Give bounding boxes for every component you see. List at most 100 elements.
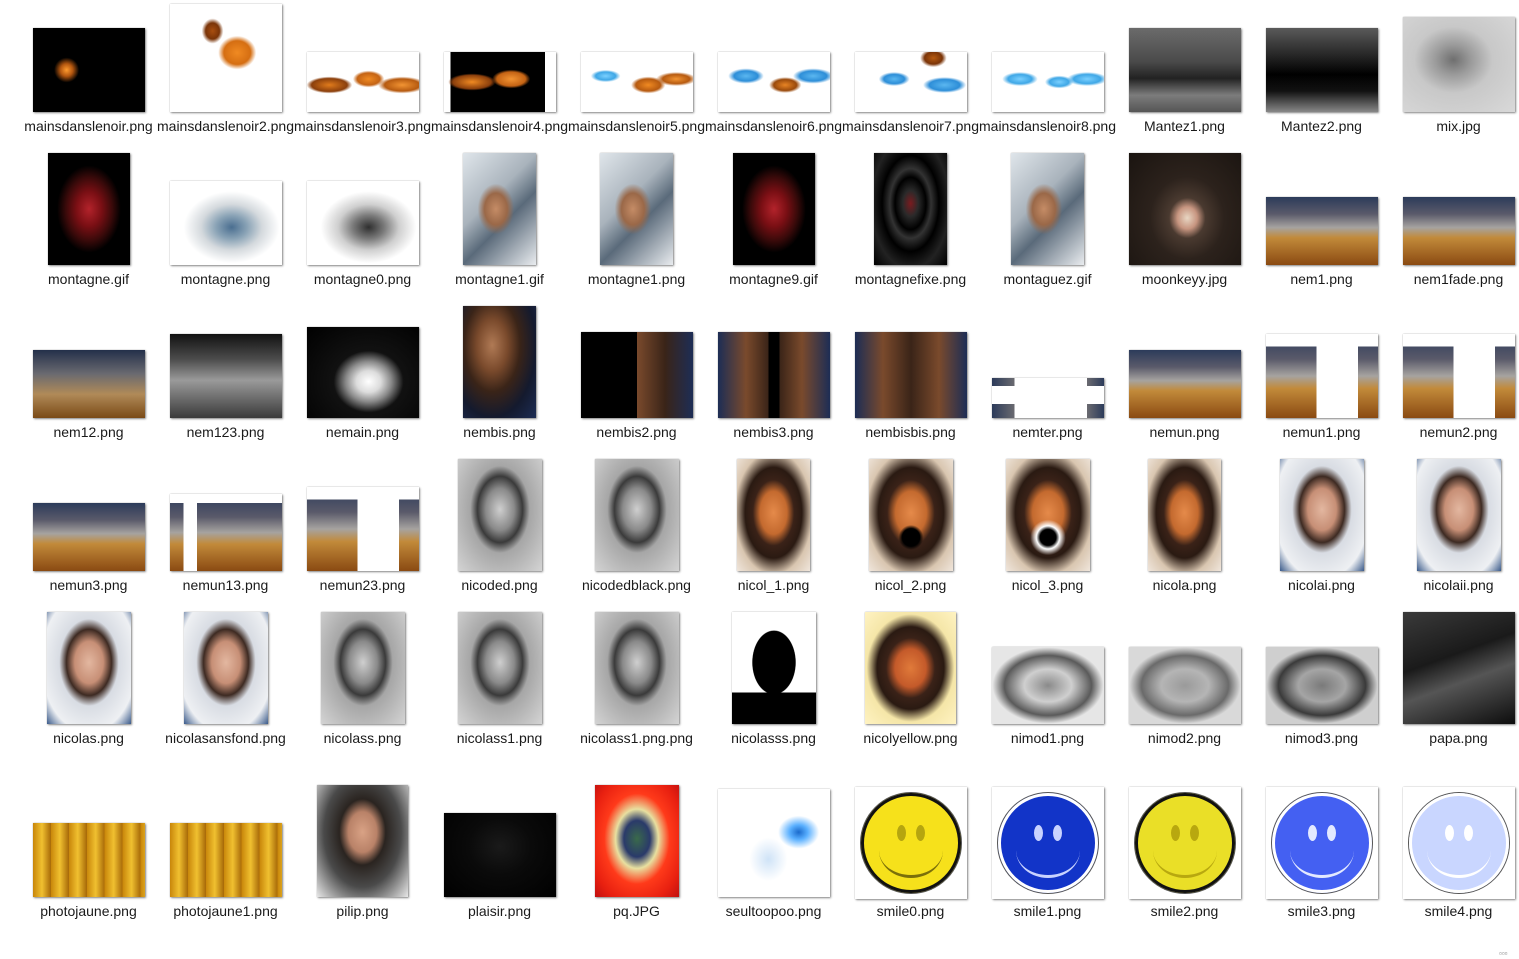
file-thumbnail[interactable] (33, 28, 145, 112)
thumbnail-area[interactable] (705, 787, 842, 899)
file-item[interactable]: smile2.png (1116, 787, 1253, 940)
thumbnail-area[interactable] (157, 461, 294, 573)
thumbnail-area[interactable] (842, 787, 979, 899)
file-item[interactable]: Mantez2.png (1253, 2, 1390, 155)
file-thumbnail[interactable] (170, 334, 282, 418)
file-thumbnail[interactable] (581, 52, 693, 112)
thumbnail-area[interactable] (431, 612, 568, 726)
file-item[interactable]: nemter.png (979, 308, 1116, 461)
file-item[interactable]: moonkeyy.jpg (1116, 153, 1253, 308)
file-name-label[interactable]: mainsdanslenoir4.png (431, 116, 568, 136)
thumbnail-area[interactable] (842, 308, 979, 420)
thumbnail-area[interactable] (157, 787, 294, 899)
file-thumbnail[interactable] (184, 612, 268, 724)
thumbnail-area[interactable] (1116, 308, 1253, 420)
thumbnail-area[interactable] (979, 2, 1116, 114)
file-name-label[interactable]: smile3.png (1253, 901, 1390, 921)
file-item[interactable]: montagne0.png (294, 155, 431, 308)
thumbnail-area[interactable] (1390, 155, 1519, 267)
thumbnail-area[interactable] (157, 155, 294, 267)
file-thumbnail[interactable] (992, 647, 1104, 724)
file-thumbnail[interactable] (170, 823, 282, 897)
thumbnail-area[interactable] (705, 459, 842, 573)
thumbnail-area[interactable] (431, 153, 568, 267)
thumbnail-area[interactable] (431, 787, 568, 899)
file-name-label[interactable]: nem1fade.png (1390, 269, 1519, 289)
file-thumbnail[interactable] (1011, 153, 1084, 265)
file-name-label[interactable]: smile1.png (979, 901, 1116, 921)
file-item[interactable]: nicola.png (1116, 459, 1253, 614)
file-name-label[interactable]: montagne1.png (568, 269, 705, 289)
file-name-label[interactable]: mainsdanslenoir5.png (568, 116, 705, 136)
file-name-label[interactable]: nembis2.png (568, 422, 705, 442)
file-thumbnail[interactable] (33, 823, 145, 897)
thumbnail-area[interactable] (1116, 459, 1253, 573)
file-item[interactable]: photojaune.png (20, 787, 157, 940)
thumbnail-area[interactable] (294, 2, 431, 114)
file-item[interactable]: nem1fade.png (1390, 155, 1519, 308)
file-thumbnail[interactable] (444, 52, 556, 112)
file-item[interactable]: nembis.png (431, 306, 568, 461)
file-name-label[interactable]: nimod3.png (1253, 728, 1390, 748)
file-thumbnail[interactable] (1403, 334, 1515, 418)
file-thumbnail[interactable] (1265, 787, 1378, 899)
file-item[interactable]: nem1.png (1253, 155, 1390, 308)
file-item[interactable]: seultoopoo.png (705, 787, 842, 940)
thumbnail-area[interactable] (568, 459, 705, 573)
file-thumbnail[interactable] (463, 306, 536, 418)
file-name-label[interactable]: mainsdanslenoir6.png (705, 116, 842, 136)
file-name-label[interactable]: smile4.png (1390, 901, 1519, 921)
file-name-label[interactable]: montaguez.gif (979, 269, 1116, 289)
file-thumbnail[interactable] (855, 52, 967, 112)
file-thumbnail[interactable] (1280, 459, 1364, 571)
thumbnail-area[interactable] (20, 308, 157, 420)
thumbnail-area[interactable] (842, 612, 979, 726)
file-item[interactable]: nicol_3.png (979, 459, 1116, 614)
file-thumbnail[interactable] (874, 153, 947, 265)
file-thumbnail[interactable] (33, 350, 145, 418)
file-name-label[interactable]: smile0.png (842, 901, 979, 921)
file-name-label[interactable]: nicolass1.png (431, 728, 568, 748)
file-thumbnail[interactable] (48, 153, 130, 265)
file-thumbnail[interactable] (321, 612, 405, 724)
file-thumbnail[interactable] (170, 4, 282, 112)
thumbnail-area[interactable] (1116, 787, 1253, 899)
file-name-label[interactable]: photojaune1.png (157, 901, 294, 921)
file-name-label[interactable]: montagnefixe.png (842, 269, 979, 289)
file-item[interactable]: pq.JPG (568, 785, 705, 940)
file-item[interactable]: nicol_2.png (842, 459, 979, 614)
file-name-label[interactable]: Mantez2.png (1253, 116, 1390, 136)
file-name-label[interactable]: montagne.gif (20, 269, 157, 289)
file-thumbnail[interactable] (1266, 334, 1378, 418)
file-thumbnail[interactable] (307, 52, 419, 112)
file-name-label[interactable]: nemun13.png (157, 575, 294, 595)
thumbnail-area[interactable] (842, 459, 979, 573)
file-thumbnail[interactable] (463, 153, 536, 265)
thumbnail-area[interactable] (20, 461, 157, 573)
file-thumbnail[interactable] (1128, 787, 1241, 899)
file-item[interactable]: smile0.png (842, 787, 979, 940)
file-thumbnail[interactable] (733, 153, 815, 265)
file-name-label[interactable]: nicoded.png (431, 575, 568, 595)
file-item[interactable]: montagnefixe.png (842, 153, 979, 308)
file-item[interactable]: mainsdanslenoir4.png (431, 2, 568, 155)
thumbnail-area[interactable] (1390, 787, 1519, 899)
file-item[interactable]: mainsdanslenoir8.png (979, 2, 1116, 155)
thumbnail-area[interactable] (979, 459, 1116, 573)
file-name-label[interactable]: moonkeyy.jpg (1116, 269, 1253, 289)
file-thumbnail[interactable] (1403, 612, 1515, 724)
thumbnail-area[interactable] (842, 153, 979, 267)
file-name-label[interactable]: smile2.png (1116, 901, 1253, 921)
file-item[interactable]: nicoded.png (431, 459, 568, 614)
file-thumbnail[interactable] (1402, 787, 1515, 899)
file-name-label[interactable]: mainsdanslenoir8.png (979, 116, 1116, 136)
thumbnail-area[interactable] (568, 612, 705, 726)
file-item[interactable]: nicolaii.png (1390, 459, 1519, 614)
file-item[interactable]: smile1.png (979, 787, 1116, 940)
file-name-label[interactable]: pilip.png (294, 901, 431, 921)
file-name-label[interactable]: mainsdanslenoir.png (20, 116, 157, 136)
file-item[interactable]: nicolass1.png (431, 612, 568, 767)
thumbnail-area[interactable] (568, 153, 705, 267)
file-item[interactable]: papa.png (1390, 612, 1519, 767)
file-thumbnail[interactable] (865, 612, 956, 724)
